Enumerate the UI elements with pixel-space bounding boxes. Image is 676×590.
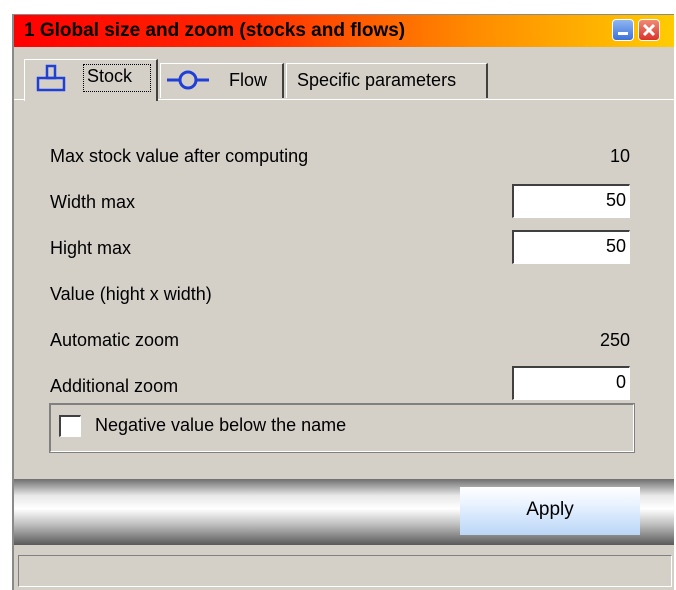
additional-zoom-input[interactable]: 0	[512, 366, 630, 400]
additional-zoom-label: Additional zoom	[50, 376, 179, 396]
close-button[interactable]	[638, 19, 660, 41]
hight-max-input[interactable]: 50	[512, 230, 630, 264]
tab-specific-parameters[interactable]: Specific parameters	[286, 63, 488, 98]
stock-tab-panel: Max stock value after computing 10 Width…	[14, 99, 674, 469]
negative-value-checkbox[interactable]	[59, 415, 81, 437]
tab-stock-label: Stock	[87, 66, 133, 86]
tab-specific-parameters-label: Specific parameters	[297, 70, 457, 90]
automatic-zoom-label: Automatic zoom	[50, 330, 180, 350]
dialog-window: 1 Global size and zoom (stocks and flows…	[12, 14, 674, 590]
hight-max-label: Hight max	[50, 238, 132, 258]
automatic-zoom-value: 250	[599, 330, 630, 350]
max-stock-label: Max stock value after computing	[50, 146, 309, 166]
tab-stock[interactable]: Stock	[24, 59, 158, 101]
tab-flow[interactable]: Flow	[160, 63, 284, 98]
width-max-input[interactable]: 50	[512, 184, 630, 218]
negative-value-checkbox-label[interactable]: Negative value below the name	[95, 415, 346, 436]
apply-button[interactable]: Apply	[460, 487, 640, 535]
minimize-icon	[618, 32, 628, 35]
max-stock-value: 10	[609, 146, 630, 166]
flow-icon	[167, 70, 209, 90]
width-max-label: Width max	[50, 192, 136, 212]
minimize-button[interactable]	[612, 19, 634, 41]
value-label: Value (hight x width)	[50, 284, 212, 304]
stock-icon	[36, 64, 66, 92]
action-bar: Apply	[14, 479, 674, 545]
tab-flow-label: Flow	[229, 70, 268, 90]
tab-strip: Stock Flow Specific parameters	[14, 49, 674, 101]
close-icon	[642, 23, 656, 37]
window-title: 1 Global size and zoom (stocks and flows…	[24, 20, 406, 41]
title-bar[interactable]: 1 Global size and zoom (stocks and flows…	[14, 15, 674, 47]
negative-value-group: Negative value below the name	[49, 403, 635, 453]
status-bar	[18, 555, 672, 587]
